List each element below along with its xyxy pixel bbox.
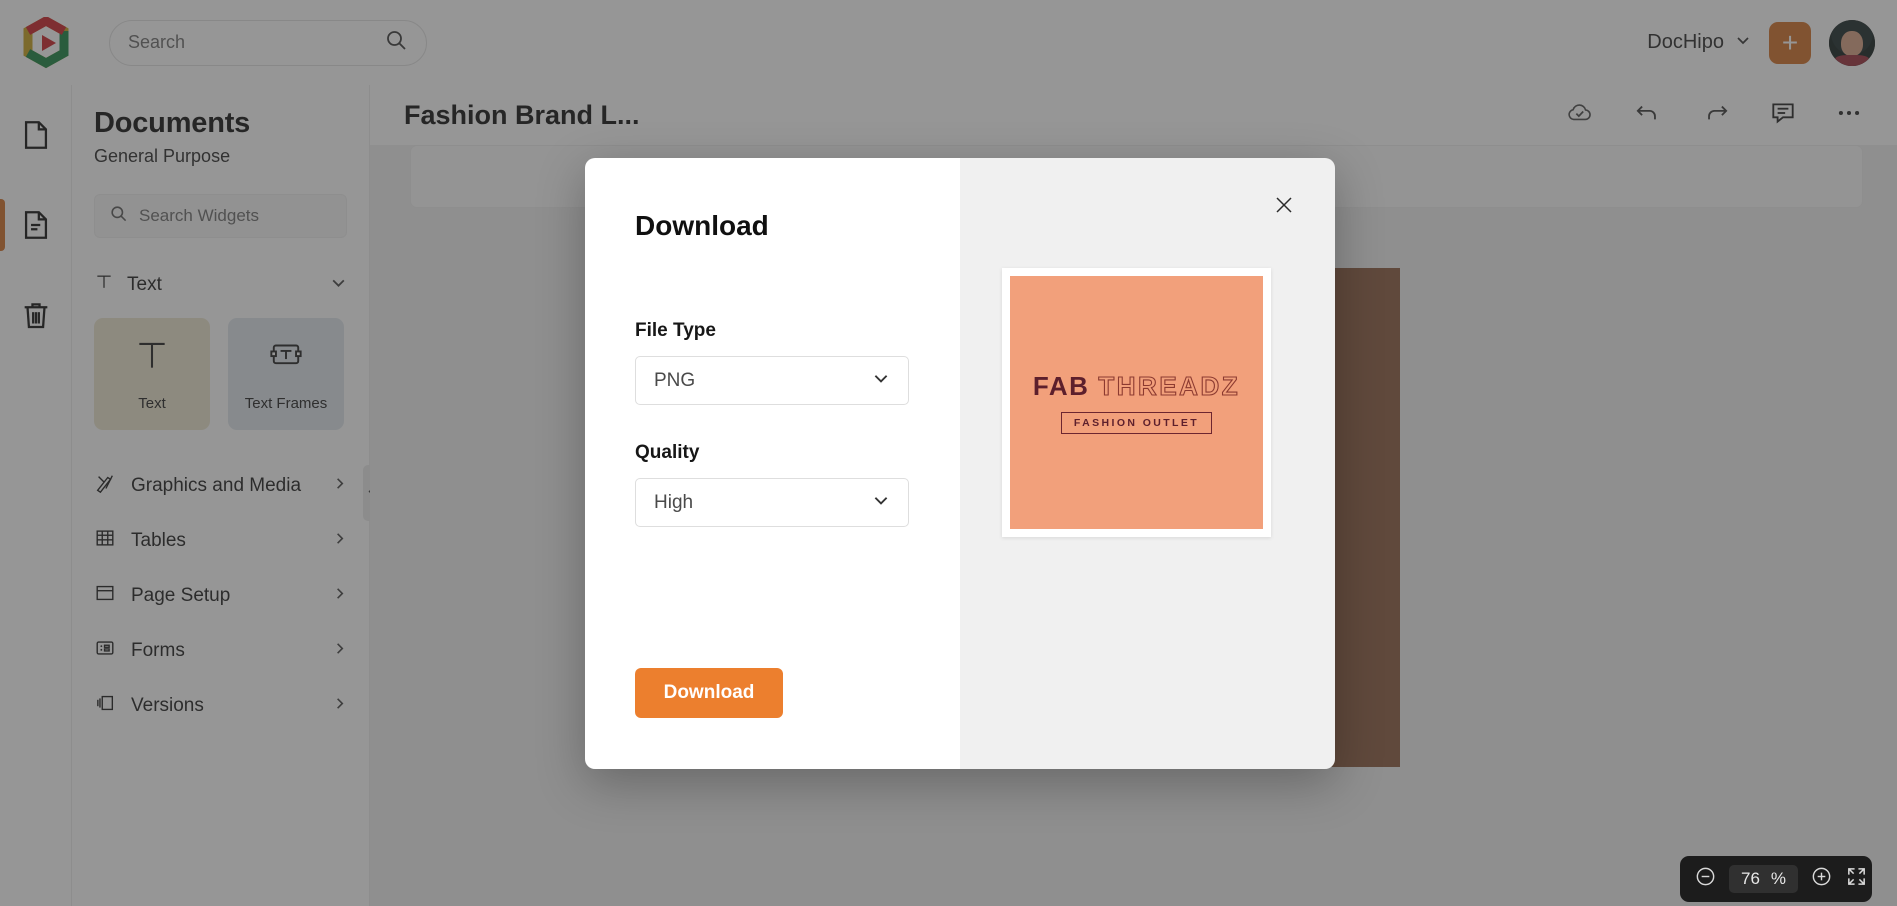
download-button[interactable]: Download [635,668,783,718]
preview-tagline: FASHION OUTLET [1060,412,1213,434]
quality-label: Quality [635,442,700,463]
zoom-value-field[interactable]: 76 % [1729,865,1799,893]
zoom-control[interactable]: 76 % [1680,856,1872,902]
chevron-down-icon [872,369,890,393]
file-type-select[interactable]: PNG [635,356,909,405]
preview-wordmark: FAB THREADZ [1032,370,1241,402]
modal-title: Download [635,210,769,241]
zoom-value: 76 [1741,869,1760,888]
minus-circle-icon[interactable] [1694,865,1717,893]
preview-frame: FAB THREADZ FASHION OUTLET [1002,268,1271,537]
preview-thumbnail: FAB THREADZ FASHION OUTLET [1010,276,1263,529]
download-modal-form: Download File Type PNG Quality High Down… [585,158,960,769]
file-type-value: PNG [654,369,696,391]
download-modal: Download File Type PNG Quality High Down… [585,158,1335,769]
app-root: Search DocHipo + [0,0,1897,906]
chevron-down-icon [872,491,890,515]
zoom-unit: % [1770,869,1787,888]
quality-select[interactable]: High [635,478,909,527]
expand-icon[interactable] [1845,865,1868,893]
plus-circle-icon[interactable] [1810,865,1833,893]
close-icon[interactable] [1269,190,1299,220]
file-type-label: File Type [635,320,716,341]
quality-value: High [654,491,694,513]
preview-word-outline: THREADZ [1098,370,1241,401]
download-modal-preview-pane: FAB THREADZ FASHION OUTLET [960,158,1335,769]
preview-word-solid: FAB [1032,371,1090,401]
